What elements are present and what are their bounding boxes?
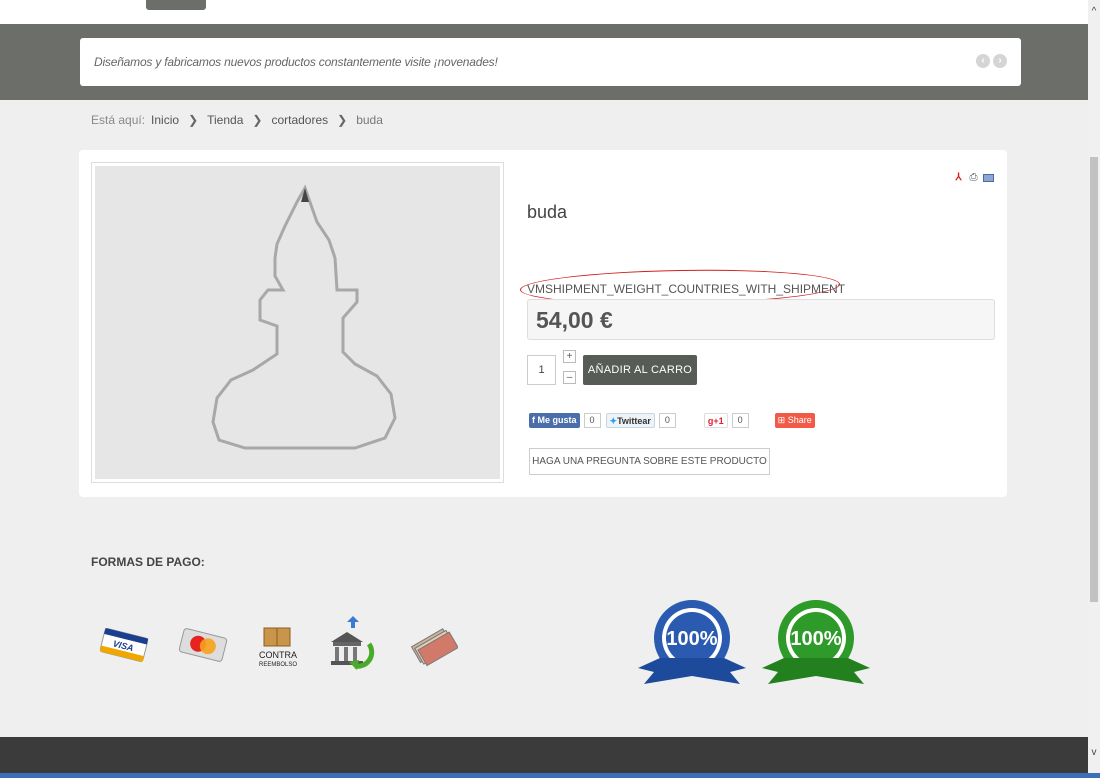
ticker-next-icon[interactable]: › <box>993 54 1007 68</box>
twitter-icon: ✦ <box>609 416 618 426</box>
social-buttons: f Me gusta 0 ✦Twittear 0 g+1 0 ⊞ Share <box>529 412 815 429</box>
price-box: 54,00 € <box>527 299 995 340</box>
breadcrumb-separator-icon: ❯ <box>337 113 348 127</box>
google-plus-count: 0 <box>731 413 749 428</box>
print-icon[interactable]: ⎙ <box>968 172 979 183</box>
payment-methods-title: FORMAS DE PAGO: <box>91 555 205 569</box>
add-to-cart-button[interactable]: AÑADIR AL CARRO <box>583 355 697 385</box>
product-price: 54,00 € <box>536 307 613 333</box>
twitter-tweet-label: Twittear <box>617 416 651 426</box>
mastercard-icon <box>178 628 228 662</box>
scroll-down-icon[interactable]: v <box>1088 747 1100 759</box>
contra-text: CONTRA <box>259 650 297 660</box>
pdf-icon[interactable]: ⅄ <box>953 172 964 183</box>
top-bar <box>0 0 1088 24</box>
facebook-like-button[interactable]: f Me gusta <box>529 413 580 428</box>
secure-seal-text: 100% <box>790 628 841 650</box>
breadcrumb: Está aquí: Inicio ❯ Tienda ❯ cortadores … <box>91 113 383 127</box>
breadcrumb-separator-icon: ❯ <box>252 113 263 127</box>
satisfaction-seal-text: 100% <box>666 628 717 650</box>
secure-purchase-seal-icon: 100% <box>762 600 870 684</box>
ask-question-button[interactable]: HAGA UNA PREGUNTA SOBRE ESTE PRODUCTO <box>529 448 770 475</box>
google-plus-label: +1 <box>713 416 724 426</box>
news-banner: Diseñamos y fabricamos nuevos productos … <box>0 24 1088 100</box>
bank-transfer-icon <box>331 616 375 670</box>
breadcrumb-current: buda <box>356 113 383 127</box>
visa-card-icon: VISA <box>99 628 149 662</box>
shipment-placeholder-text: VMSHIPMENT_WEIGHT_COUNTRIES_WITH_SHIPMEN… <box>527 282 846 296</box>
twitter-tweet-button[interactable]: ✦Twittear <box>605 413 655 428</box>
product-image[interactable] <box>91 162 504 483</box>
ticker-nav: ‹ › <box>976 54 1007 68</box>
scrollbar-thumb[interactable] <box>1090 157 1098 602</box>
ticker-prev-icon[interactable]: ‹ <box>976 54 990 68</box>
breadcrumb-cortadores[interactable]: cortadores <box>271 113 328 127</box>
share-icon: ⊞ <box>777 415 788 425</box>
breadcrumb-tienda[interactable]: Tienda <box>207 113 243 127</box>
facebook-like-label: Me gusta <box>537 415 577 425</box>
twitter-tweet-count: 0 <box>658 413 676 428</box>
satisfaction-guarantee-seal-icon: 100% <box>638 600 746 684</box>
product-panel: ⅄ ⎙ buda VMSHIPMENT_WEIGHT_COUNTRIES_WIT… <box>79 150 1007 497</box>
product-title: buda <box>527 202 568 222</box>
quantity-increase-button[interactable]: + <box>563 350 576 363</box>
share-button[interactable]: ⊞ Share <box>774 413 815 428</box>
google-plus-button[interactable]: g+1 <box>703 413 728 428</box>
cash-icon <box>410 628 458 667</box>
document-tools: ⅄ ⎙ <box>953 172 994 183</box>
scroll-up-icon[interactable]: ^ <box>1088 6 1100 18</box>
reembolso-text: REEMBOLSO <box>259 662 297 668</box>
email-icon[interactable] <box>983 174 994 182</box>
breadcrumb-label: Está aquí: <box>91 113 146 127</box>
breadcrumb-separator-icon: ❯ <box>188 113 199 127</box>
ticker-text: Diseñamos y fabricamos nuevos productos … <box>94 55 498 69</box>
cash-on-delivery-icon: CONTRA REEMBOLSO <box>259 627 297 668</box>
share-label: Share <box>787 415 812 425</box>
vertical-scrollbar[interactable]: ^ v <box>1088 0 1100 773</box>
buddha-cookie-cutter-image <box>211 184 397 450</box>
quantity-input[interactable]: 1 <box>527 355 556 385</box>
facebook-like-count: 0 <box>583 413 601 428</box>
menu-tab[interactable] <box>146 0 206 10</box>
taskbar-edge <box>0 773 1100 778</box>
news-ticker: Diseñamos y fabricamos nuevos productos … <box>80 38 1021 86</box>
quantity-decrease-button[interactable]: – <box>563 371 576 384</box>
footer <box>0 737 1088 773</box>
breadcrumb-inicio[interactable]: Inicio <box>151 113 179 127</box>
